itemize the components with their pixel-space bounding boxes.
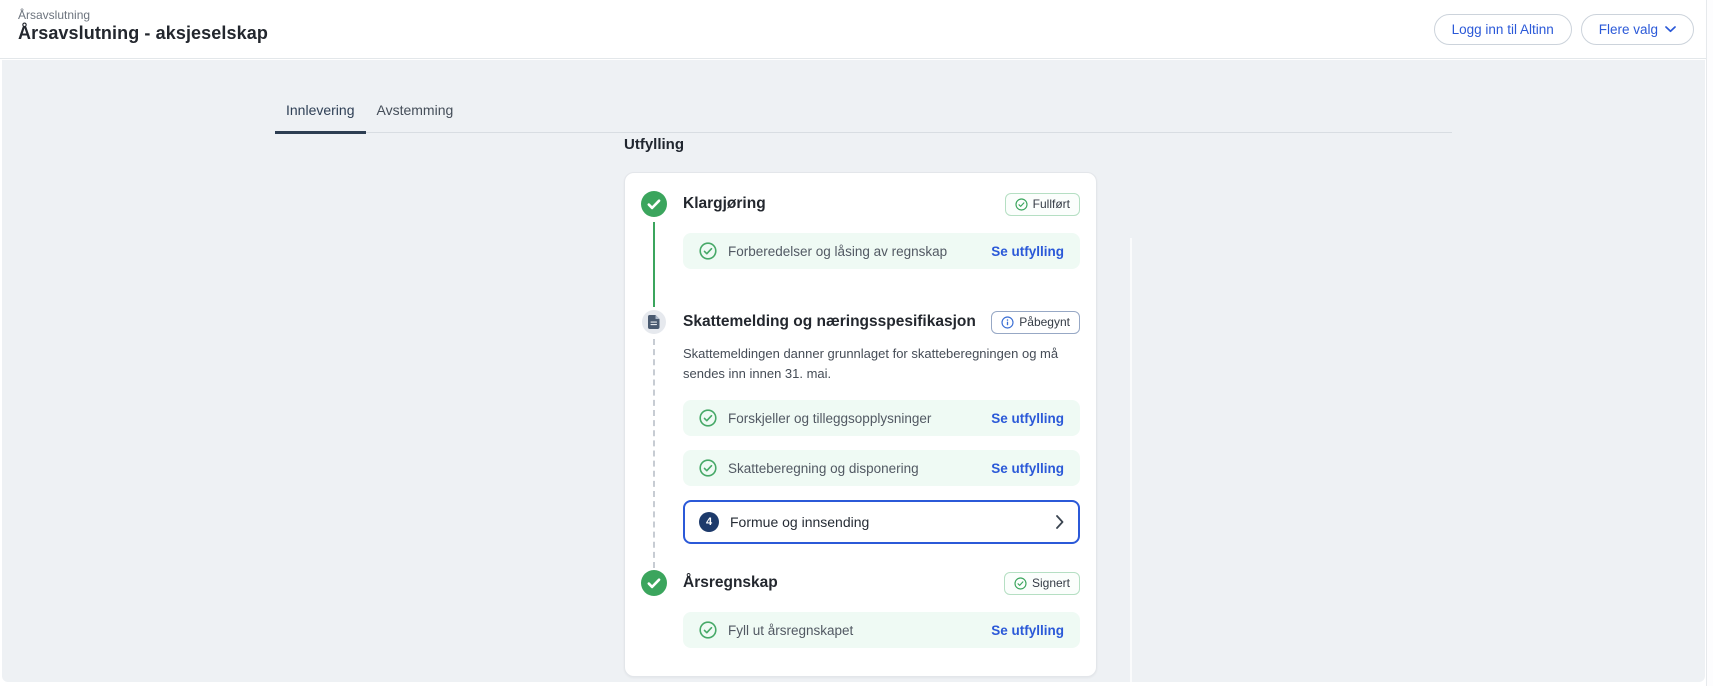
se-utfylling-link[interactable]: Se utfylling — [991, 461, 1064, 476]
progress-line-complete — [653, 222, 655, 307]
status-badge-label: Påbegynt — [1019, 315, 1070, 329]
badge-info-icon — [1001, 316, 1014, 329]
badge-check-icon — [1014, 577, 1027, 590]
status-badge-label: Signert — [1032, 576, 1070, 590]
breadcrumb[interactable]: Årsavslutning — [18, 8, 90, 22]
task-row: Forberedelser og låsing av regnskap Se u… — [683, 233, 1080, 269]
section-title: Klargjøring — [683, 195, 766, 213]
task-label: Skatteberegning og disponering — [728, 461, 991, 476]
more-options-label: Flere valg — [1599, 22, 1658, 37]
check-circle-outline-icon — [699, 621, 717, 639]
chevron-down-icon — [1665, 26, 1676, 33]
section-rail — [641, 191, 667, 309]
section-arsregnskap: Årsregnskap Signert Fyll ut årsregnska — [641, 570, 1080, 648]
tab-innlevering[interactable]: Innlevering — [275, 96, 366, 134]
header-actions: Logg inn til Altinn Flere valg — [1434, 14, 1694, 45]
altinn-login-label: Logg inn til Altinn — [1452, 22, 1554, 37]
section-header: Skattemelding og næringsspesifikasjon På… — [683, 309, 1080, 335]
check-circle-outline-icon — [699, 242, 717, 260]
section-skattemelding: Skattemelding og næringsspesifikasjon På… — [641, 309, 1080, 570]
more-options-button[interactable]: Flere valg — [1581, 14, 1694, 45]
check-circle-filled-icon — [641, 570, 667, 596]
status-badge: Påbegynt — [991, 311, 1080, 334]
app-header: Årsavslutning Årsavslutning - aksjeselsk… — [0, 0, 1706, 59]
task-label: Formue og innsending — [730, 514, 1056, 530]
task-label: Fyll ut årsregnskapet — [728, 623, 991, 638]
status-badge: Fullført — [1005, 193, 1080, 216]
task-label: Forberedelser og låsing av regnskap — [728, 244, 991, 259]
panel-heading: Utfylling — [624, 136, 1097, 153]
status-badge-label: Fullført — [1033, 197, 1070, 211]
check-circle-filled-icon — [641, 191, 667, 217]
chevron-right-icon — [1056, 515, 1064, 529]
section-rail — [641, 570, 667, 648]
step-number-badge: 4 — [699, 512, 719, 532]
content-area: Innlevering Avstemming Utfylling Klargjø… — [2, 60, 1705, 682]
altinn-login-button[interactable]: Logg inn til Altinn — [1434, 14, 1572, 45]
document-icon — [642, 310, 666, 334]
section-title: Årsregnskap — [683, 574, 778, 592]
progress-line-pending — [653, 339, 655, 568]
task-row: Skatteberegning og disponering Se utfyll… — [683, 450, 1080, 486]
utfylling-panel: Utfylling Klargjøring — [624, 136, 1097, 677]
section-title: Skattemelding og næringsspesifikasjon — [683, 313, 976, 331]
se-utfylling-link[interactable]: Se utfylling — [991, 411, 1064, 426]
formue-og-innsending-row[interactable]: 4 Formue og innsending — [683, 500, 1080, 544]
se-utfylling-link[interactable]: Se utfylling — [991, 623, 1064, 638]
task-row: Forskjeller og tilleggsopplysninger Se u… — [683, 400, 1080, 436]
section-header: Årsregnskap Signert — [683, 570, 1080, 596]
task-label: Forskjeller og tilleggsopplysninger — [728, 411, 991, 426]
badge-check-icon — [1015, 198, 1028, 211]
section-klargjoring: Klargjøring Fullført Forberedelser og — [641, 191, 1080, 309]
se-utfylling-link[interactable]: Se utfylling — [991, 244, 1064, 259]
task-row: Fyll ut årsregnskapet Se utfylling — [683, 612, 1080, 648]
steps-card: Klargjøring Fullført Forberedelser og — [624, 172, 1097, 677]
panel-divider — [1130, 238, 1132, 682]
tab-bar: Innlevering Avstemming — [275, 96, 1452, 133]
section-rail — [641, 309, 667, 570]
check-circle-outline-icon — [699, 409, 717, 427]
status-badge: Signert — [1004, 572, 1080, 595]
tab-avstemming[interactable]: Avstemming — [366, 96, 465, 134]
check-circle-outline-icon — [699, 459, 717, 477]
section-header: Klargjøring Fullført — [683, 191, 1080, 217]
scrollbar-track[interactable] — [1706, 0, 1713, 686]
page-title: Årsavslutning - aksjeselskap — [18, 23, 268, 44]
section-description: Skattemeldingen danner grunnlaget for sk… — [683, 344, 1080, 384]
